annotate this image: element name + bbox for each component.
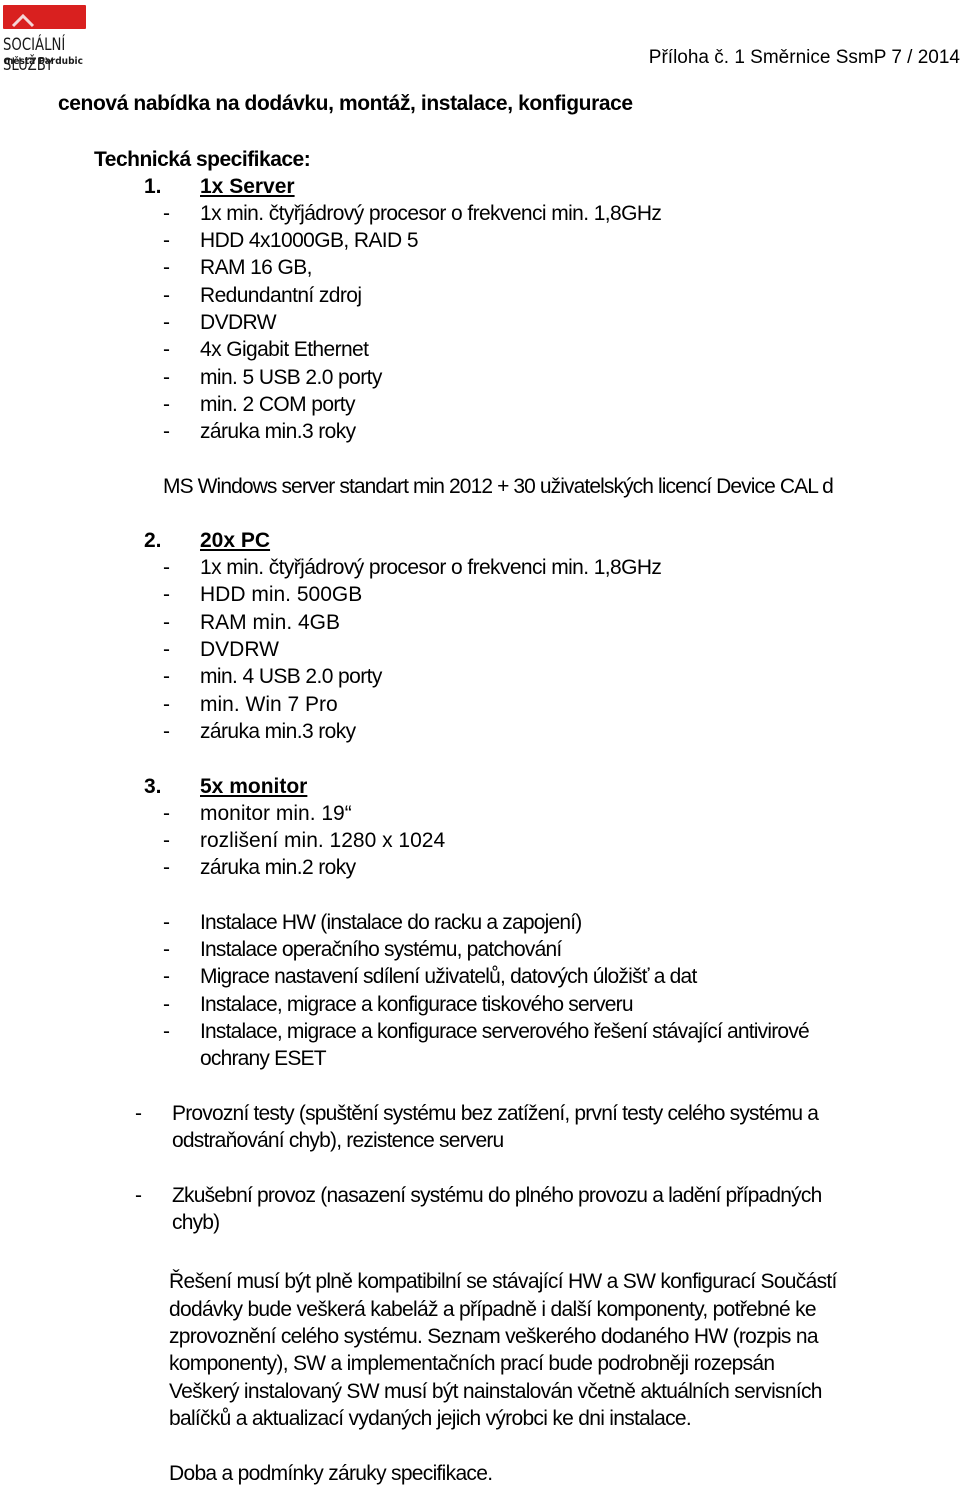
annex-label: Příloha č. 1 Směrnice SsmP 7 / 2014 <box>648 47 960 68</box>
section-number: 1. <box>144 175 162 198</box>
section-title: 5x monitor <box>200 775 308 798</box>
section-title: 20x PC <box>200 529 271 552</box>
logo-subtitle: města Pardubic <box>4 56 83 67</box>
closing-line: Doba a podmínky záruky specifikace. <box>169 1462 493 1485</box>
section-heading-server: 1. 1x Server <box>144 175 295 199</box>
spec-heading: Technická specifikace: <box>94 148 311 171</box>
section-number: 2. <box>144 529 162 552</box>
service-item-continuation: ochrany ESET <box>200 1047 327 1070</box>
paragraph-line: Řešení musí být plně kompatibilní se stá… <box>169 1270 837 1293</box>
paragraph-line: balíčků a aktualizací vydaných jejich vý… <box>169 1407 692 1430</box>
paragraph-line: komponenty), SW a implementačních prací … <box>169 1352 775 1375</box>
section-title: 1x Server <box>200 175 295 198</box>
logo-red-badge <box>3 5 86 29</box>
chevron-up-icon <box>11 13 35 28</box>
section-heading-pc: 2. 20x PC <box>144 529 270 553</box>
test-item-trial-continuation: chyb) <box>172 1211 220 1234</box>
section-number: 3. <box>144 775 162 798</box>
paragraph-line: dodávky bude veškerá kabeláž a případně … <box>169 1298 817 1321</box>
section-heading-monitor: 3. 5x monitor <box>144 775 307 799</box>
logo-name: SOCIÁLNÍ SLUŽBY <box>3 35 66 75</box>
paragraph-line: zprovoznění celého systému. Seznam veške… <box>169 1325 819 1348</box>
paragraph-line: Veškerý instalovaný SW musí být nainstal… <box>169 1380 822 1403</box>
document-title: cenová nabídka na dodávku, montáž, insta… <box>58 92 633 115</box>
organization-logo: SOCIÁLNÍ SLUŽBY města Pardubic <box>3 5 121 75</box>
test-item-operational-continuation: odstraňování chyb), rezistence serveru <box>172 1129 504 1152</box>
server-license-note: MS Windows server standart min 2012 + 30… <box>163 475 834 498</box>
